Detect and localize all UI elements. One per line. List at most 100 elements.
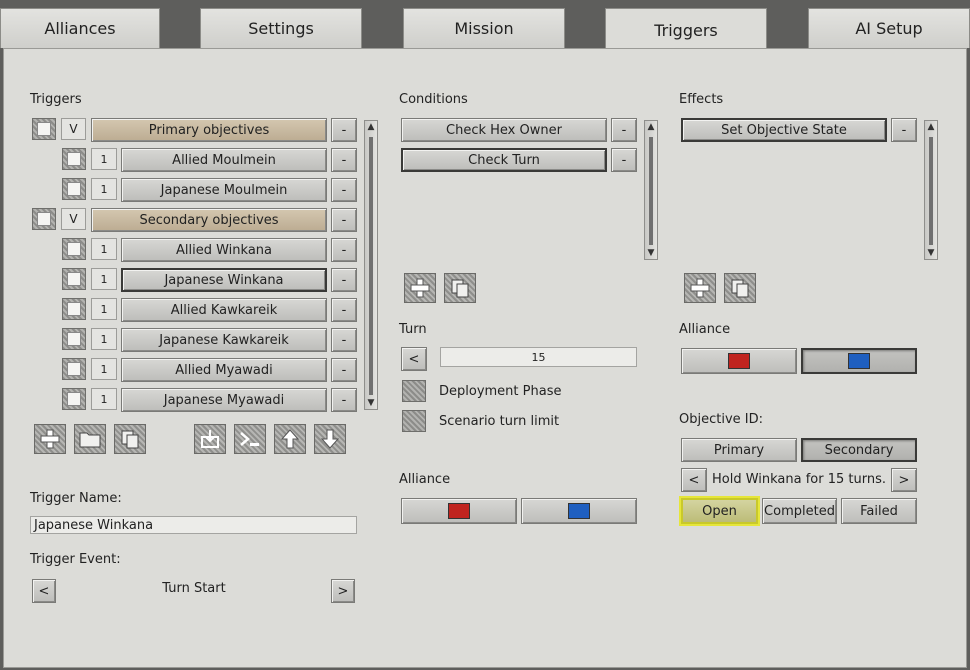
group-collapse-toggle[interactable]: V: [61, 118, 86, 140]
trigger-item[interactable]: Japanese Kawkareik: [121, 328, 327, 352]
add-effect-button[interactable]: [684, 273, 716, 303]
remove-condition-button[interactable]: -: [611, 148, 637, 172]
scroll-up-icon[interactable]: ▲: [365, 121, 377, 133]
import-button[interactable]: [194, 424, 226, 454]
effect-set-objective-state[interactable]: Set Objective State: [681, 118, 887, 142]
scroll-thumb[interactable]: [929, 137, 933, 245]
trigger-enabled-checkbox[interactable]: [62, 148, 86, 170]
effects-scrollbar[interactable]: ▲ ▼: [924, 120, 938, 260]
trigger-item[interactable]: Japanese Myawadi: [121, 388, 327, 412]
deployment-phase-checkbox[interactable]: [402, 380, 426, 402]
trigger-item[interactable]: Japanese Winkana: [121, 268, 327, 292]
objective-state-completed-button[interactable]: Completed: [762, 498, 837, 524]
trigger-repeat-count[interactable]: 1: [91, 238, 117, 260]
trigger-repeat-count[interactable]: 1: [91, 298, 117, 320]
trigger-repeat-count[interactable]: 1: [91, 358, 117, 380]
trigger-event-prev-button[interactable]: <: [32, 579, 56, 603]
move-down-button[interactable]: [314, 424, 346, 454]
copy-trigger-button[interactable]: [114, 424, 146, 454]
plus-icon: [690, 278, 710, 298]
effect-alliance-blue-button[interactable]: [801, 348, 917, 374]
scroll-thumb[interactable]: [369, 137, 373, 395]
copy-effect-button[interactable]: [724, 273, 756, 303]
remove-trigger-button[interactable]: -: [331, 178, 357, 202]
console-button[interactable]: [234, 424, 266, 454]
remove-trigger-button[interactable]: -: [331, 358, 357, 382]
remove-trigger-button[interactable]: -: [331, 208, 357, 232]
trigger-enabled-checkbox[interactable]: [62, 358, 86, 380]
tab-alliances[interactable]: Alliances: [0, 8, 160, 48]
trigger-repeat-count[interactable]: 1: [91, 148, 117, 170]
trigger-repeat-count[interactable]: 1: [91, 178, 117, 200]
trigger-item[interactable]: Allied Moulmein: [121, 148, 327, 172]
condition-alliance-red-button[interactable]: [401, 498, 517, 524]
tab-settings[interactable]: Settings: [200, 8, 362, 48]
objective-primary-button[interactable]: Primary: [681, 438, 797, 462]
remove-trigger-button[interactable]: -: [331, 238, 357, 262]
scroll-thumb[interactable]: [649, 137, 653, 245]
conditions-scrollbar[interactable]: ▲ ▼: [644, 120, 658, 260]
tab-ai-setup[interactable]: AI Setup: [808, 8, 970, 48]
copy-condition-button[interactable]: [444, 273, 476, 303]
console-icon: [240, 432, 259, 446]
add-folder-button[interactable]: [74, 424, 106, 454]
trigger-enabled-checkbox[interactable]: [62, 268, 86, 290]
scroll-down-icon[interactable]: ▼: [925, 247, 937, 259]
turn-value-field[interactable]: 15: [440, 347, 637, 367]
copy-icon: [451, 279, 469, 298]
scenario-turn-limit-checkbox[interactable]: [402, 410, 426, 432]
trigger-item[interactable]: Allied Myawadi: [121, 358, 327, 382]
trigger-item[interactable]: Allied Winkana: [121, 238, 327, 262]
trigger-enabled-checkbox[interactable]: [62, 388, 86, 410]
objective-prev-button[interactable]: <: [681, 468, 707, 492]
trigger-enabled-checkbox[interactable]: [32, 118, 56, 140]
objective-state-failed-button[interactable]: Failed: [841, 498, 917, 524]
effect-alliance-red-button[interactable]: [681, 348, 797, 374]
checkbox-box: [67, 392, 81, 406]
trigger-enabled-checkbox[interactable]: [62, 298, 86, 320]
remove-trigger-button[interactable]: -: [331, 388, 357, 412]
trigger-enabled-checkbox[interactable]: [62, 328, 86, 350]
remove-trigger-button[interactable]: -: [331, 328, 357, 352]
add-trigger-button[interactable]: [34, 424, 66, 454]
condition-alliance-blue-button[interactable]: [521, 498, 637, 524]
trigger-enabled-checkbox[interactable]: [62, 238, 86, 260]
remove-trigger-button[interactable]: -: [331, 118, 357, 142]
scroll-up-icon[interactable]: ▲: [925, 121, 937, 133]
objective-state-open-button[interactable]: Open: [681, 498, 758, 524]
trigger-item[interactable]: Japanese Moulmein: [121, 178, 327, 202]
objective-secondary-button[interactable]: Secondary: [801, 438, 917, 462]
trigger-repeat-count[interactable]: 1: [91, 268, 117, 290]
move-up-button[interactable]: [274, 424, 306, 454]
trigger-list-scrollbar[interactable]: ▲ ▼: [364, 120, 378, 410]
objective-next-button[interactable]: >: [891, 468, 917, 492]
remove-trigger-button[interactable]: -: [331, 148, 357, 172]
tab-mission[interactable]: Mission: [403, 8, 565, 48]
blue-swatch: [848, 353, 870, 369]
checkbox-box: [67, 302, 81, 316]
remove-effect-button[interactable]: -: [891, 118, 917, 142]
turn-prev-button[interactable]: <: [401, 347, 427, 371]
trigger-group-item[interactable]: Primary objectives: [91, 118, 327, 142]
scroll-down-icon[interactable]: ▼: [645, 247, 657, 259]
scroll-up-icon[interactable]: ▲: [645, 121, 657, 133]
condition-check-turn[interactable]: Check Turn: [401, 148, 607, 172]
trigger-group-item[interactable]: Secondary objectives: [91, 208, 327, 232]
trigger-name-input[interactable]: Japanese Winkana: [30, 516, 357, 534]
scroll-down-icon[interactable]: ▼: [365, 397, 377, 409]
trigger-repeat-count[interactable]: 1: [91, 328, 117, 350]
effects-header: Effects: [679, 92, 724, 107]
condition-check-hex-owner[interactable]: Check Hex Owner: [401, 118, 607, 142]
trigger-repeat-count[interactable]: 1: [91, 388, 117, 410]
trigger-event-next-button[interactable]: >: [331, 579, 355, 603]
trigger-enabled-checkbox[interactable]: [62, 178, 86, 200]
add-condition-button[interactable]: [404, 273, 436, 303]
trigger-enabled-checkbox[interactable]: [32, 208, 56, 230]
remove-condition-button[interactable]: -: [611, 118, 637, 142]
remove-trigger-button[interactable]: -: [331, 298, 357, 322]
remove-trigger-button[interactable]: -: [331, 268, 357, 292]
trigger-item[interactable]: Allied Kawkareik: [121, 298, 327, 322]
tab-triggers[interactable]: Triggers: [605, 8, 767, 52]
copy-icon: [121, 430, 139, 449]
group-collapse-toggle[interactable]: V: [61, 208, 86, 230]
